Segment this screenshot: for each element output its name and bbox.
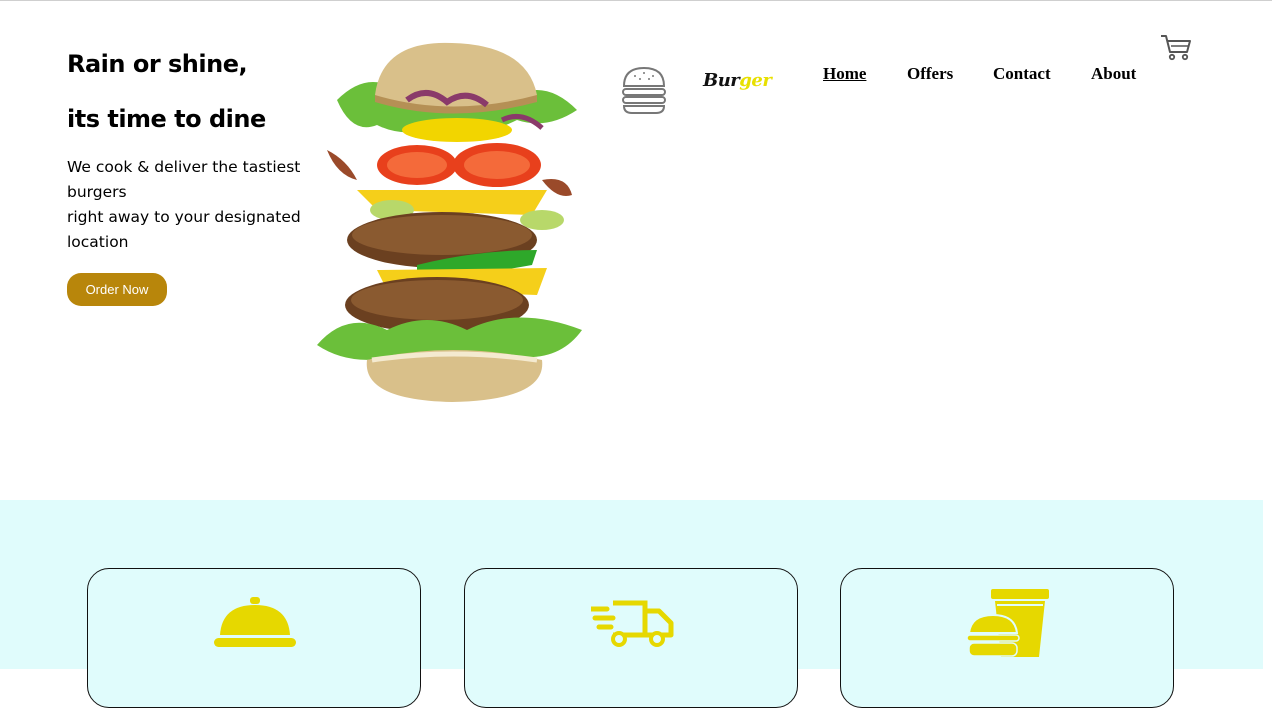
order-now-button[interactable]: Order Now bbox=[67, 273, 167, 306]
nav-contact[interactable]: Contact bbox=[993, 64, 1051, 84]
burger-hero-image bbox=[317, 42, 582, 402]
top-divider bbox=[0, 0, 1272, 1]
hero-title-line1: Rain or shine, bbox=[67, 50, 248, 78]
hero-section: Rain or shine, its time to dine We cook … bbox=[67, 45, 317, 255]
burger-outline-icon bbox=[622, 66, 666, 114]
nav-offers[interactable]: Offers bbox=[907, 64, 953, 84]
nav-home[interactable]: Home bbox=[823, 64, 866, 84]
cart-icon[interactable] bbox=[1159, 32, 1193, 62]
brand-part1: Bur bbox=[703, 70, 740, 91]
hero-title-line2: its time to dine bbox=[67, 105, 266, 133]
brand-part2: ger bbox=[739, 70, 772, 91]
service-card-combo bbox=[840, 568, 1174, 708]
burger-drink-combo-icon bbox=[967, 589, 1049, 657]
nav-about[interactable]: About bbox=[1091, 64, 1136, 84]
brand-logo[interactable]: Burger bbox=[703, 70, 772, 91]
serving-cloche-icon bbox=[214, 597, 296, 647]
hero-description-line1: We cook & deliver the tastiest burgers bbox=[67, 158, 301, 201]
delivery-truck-icon bbox=[591, 600, 674, 647]
service-card-delivery bbox=[464, 568, 798, 708]
hero-description-line2: right away to your designated location bbox=[67, 208, 301, 251]
hero-description: We cook & deliver the tastiest burgers r… bbox=[67, 155, 312, 255]
service-card-serving bbox=[87, 568, 421, 708]
